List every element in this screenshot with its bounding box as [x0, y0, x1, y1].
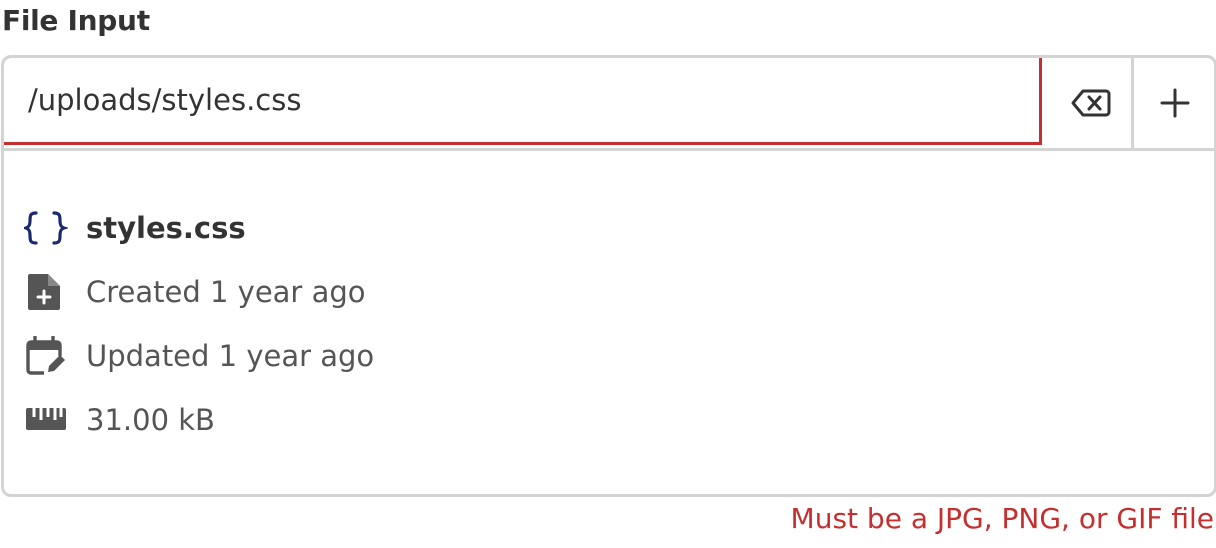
updated-text: Updated 1 year ago	[86, 339, 375, 373]
created-text: Created 1 year ago	[86, 275, 366, 309]
calendar-edit-icon	[24, 336, 68, 376]
field-label: File Input	[2, 4, 150, 37]
backspace-icon	[1071, 89, 1111, 117]
updated-row: Updated 1 year ago	[24, 336, 374, 376]
ruler-icon	[24, 400, 68, 440]
file-plus-icon	[24, 272, 68, 312]
input-row: /uploads/styles.css	[4, 58, 1214, 151]
file-input-card: /uploads/styles.css styles.css Created 1…	[1, 55, 1216, 497]
file-name: styles.css	[86, 211, 246, 245]
plus-icon	[1160, 88, 1190, 118]
file-path-input[interactable]: /uploads/styles.css	[4, 58, 1042, 145]
clear-button[interactable]	[1050, 58, 1132, 148]
size-text: 31.00 kB	[86, 403, 215, 437]
created-row: Created 1 year ago	[24, 272, 366, 312]
file-name-row: styles.css	[24, 208, 246, 248]
error-message: Must be a JPG, PNG, or GIF file	[790, 502, 1214, 535]
code-braces-icon	[24, 208, 68, 248]
size-row: 31.00 kB	[24, 400, 215, 440]
add-button[interactable]	[1131, 58, 1214, 148]
